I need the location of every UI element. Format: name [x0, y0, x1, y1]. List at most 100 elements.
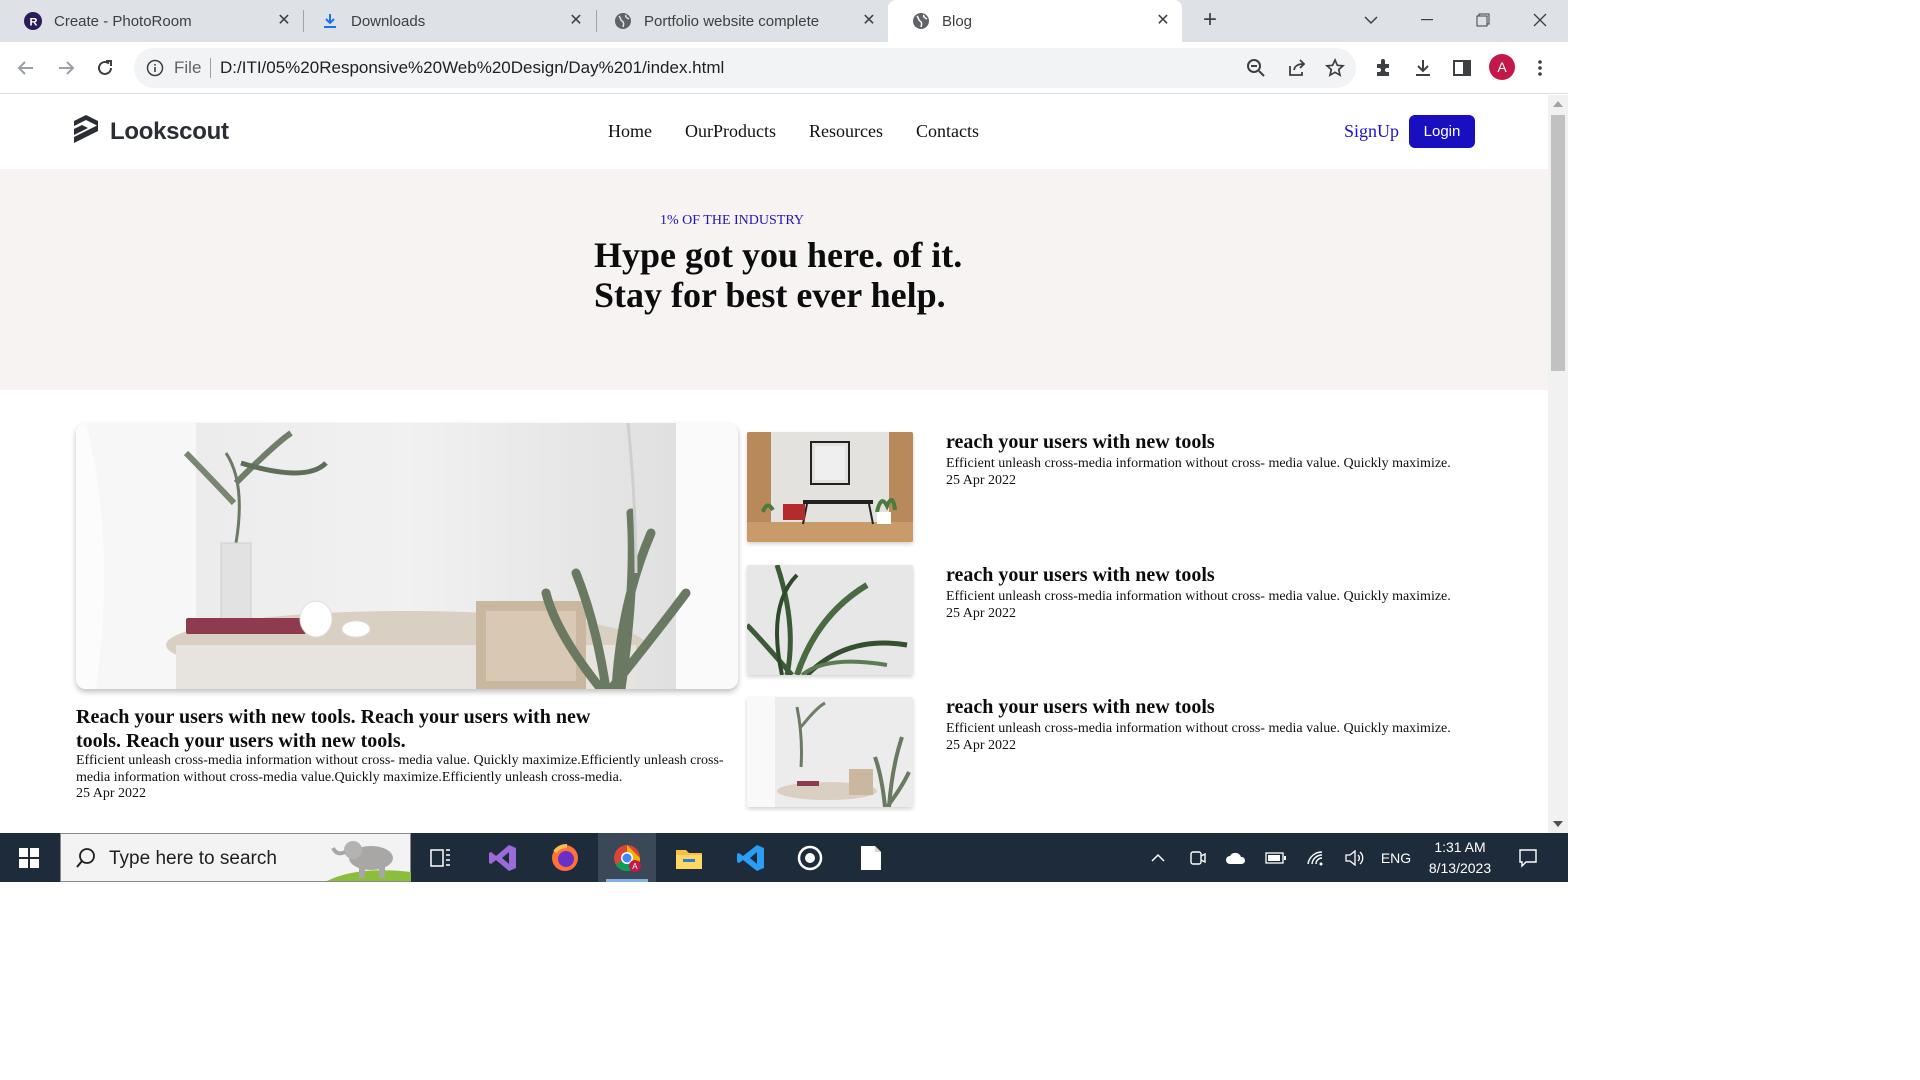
windows-start-icon[interactable]: [0, 833, 58, 882]
clock-date: 8/13/2023: [1428, 860, 1492, 876]
omnibox-divider: [210, 58, 211, 78]
downloads-icon[interactable]: [1411, 56, 1435, 80]
svg-text:R: R: [30, 17, 38, 29]
search-icon: [75, 847, 97, 874]
close-tab-icon[interactable]: ✕: [275, 12, 293, 30]
hero-section: 1% OF THE INDUSTRY Hype got you here. of…: [0, 169, 1548, 390]
tab-photoroom[interactable]: R Create - PhotoRoom ✕: [0, 0, 303, 42]
back-arrow-icon[interactable]: [12, 54, 40, 82]
post-thumbnail[interactable]: [747, 697, 913, 807]
profile-avatar[interactable]: A: [1489, 54, 1515, 80]
chrome-icon[interactable]: A: [598, 833, 656, 882]
hero-title: Hype got you here. of it. Stay for best …: [594, 235, 962, 315]
windows-taskbar: Type here to search A ENG 1:31 AM 8/13/2…: [0, 833, 1568, 882]
zoom-icon[interactable]: [1246, 58, 1266, 78]
volume-icon[interactable]: [1340, 833, 1368, 882]
site-logo[interactable]: Lookscout: [72, 113, 229, 150]
battery-icon[interactable]: [1262, 833, 1290, 882]
post-title[interactable]: reach your users with new tools: [946, 696, 1215, 719]
meet-now-icon[interactable]: [1186, 833, 1210, 882]
tab-title: Create - PhotoRoom: [54, 12, 192, 30]
close-tab-icon[interactable]: ✕: [860, 12, 878, 30]
nav-ourproducts[interactable]: OurProducts: [685, 121, 776, 142]
globe-icon: [912, 12, 930, 30]
side-panel-icon[interactable]: [1450, 56, 1474, 80]
share-icon[interactable]: [1286, 58, 1306, 78]
minimize-icon[interactable]: [1399, 0, 1455, 40]
notification-center-icon[interactable]: [1512, 833, 1544, 882]
scroll-up-arrow-icon[interactable]: [1553, 101, 1563, 107]
svg-text:A: A: [632, 862, 638, 871]
logo-text: Lookscout: [110, 117, 229, 145]
tab-title: Downloads: [351, 12, 426, 30]
site-header: Lookscout Home OurProducts Resources Con…: [0, 95, 1548, 169]
login-button[interactable]: Login: [1409, 115, 1475, 148]
nav-home[interactable]: Home: [608, 121, 652, 142]
post-excerpt: Efficient unleash cross-media informatio…: [946, 721, 1451, 736]
post-title[interactable]: reach your users with new tools: [946, 564, 1215, 587]
post-date: 25 Apr 2022: [946, 473, 1016, 488]
browser-toolbar: File D:/ITI/05%20Responsive%20Web%20Desi…: [0, 42, 1568, 94]
language-indicator[interactable]: ENG: [1376, 833, 1416, 882]
task-view-icon[interactable]: [412, 833, 470, 882]
close-window-icon[interactable]: [1512, 0, 1568, 40]
notepad-icon[interactable]: [842, 833, 900, 882]
tab-portfolio[interactable]: Portfolio website complete ✕: [590, 0, 888, 42]
hero-title-line-1: Hype got you here. of it.: [594, 235, 963, 275]
post-excerpt: Efficient unleash cross-media informatio…: [946, 589, 1451, 604]
restore-icon[interactable]: [1455, 0, 1511, 40]
clock-time: 1:31 AM: [1434, 839, 1486, 855]
show-hidden-icons-chevron-icon[interactable]: [1146, 833, 1170, 882]
scroll-thumb[interactable]: [1551, 115, 1565, 371]
nav-resources[interactable]: Resources: [809, 121, 883, 142]
kebab-menu-icon[interactable]: [1528, 56, 1552, 80]
onedrive-cloud-icon[interactable]: [1222, 833, 1250, 882]
search-placeholder: Type here to search: [109, 848, 277, 869]
featured-post-image[interactable]: [76, 423, 738, 689]
taskbar-search-box[interactable]: Type here to search: [60, 833, 411, 882]
featured-post-title[interactable]: Reach your users with new tools. Reach y…: [76, 705, 596, 753]
lookscout-logo-icon: [72, 113, 100, 150]
file-explorer-icon[interactable]: [660, 833, 718, 882]
post-date: 25 Apr 2022: [946, 738, 1016, 753]
bookmark-star-icon[interactable]: [1324, 57, 1346, 78]
post-excerpt: Efficient unleash cross-media informatio…: [946, 456, 1451, 471]
featured-post-excerpt: Efficient unleash cross-media informatio…: [76, 753, 724, 785]
info-icon[interactable]: [146, 59, 164, 77]
forward-arrow-icon[interactable]: [52, 54, 80, 82]
reload-icon[interactable]: [91, 54, 119, 82]
signup-link[interactable]: SignUp: [1344, 121, 1399, 142]
search-highlight-elephant-icon: [327, 836, 411, 886]
nav-contacts[interactable]: Contacts: [916, 121, 979, 142]
extensions-icon[interactable]: [1372, 56, 1396, 80]
download-icon: [321, 12, 339, 30]
scroll-down-arrow-icon[interactable]: [1553, 821, 1563, 827]
tab-title: Portfolio website complete: [644, 12, 820, 30]
new-tab-button[interactable]: +: [1198, 8, 1222, 33]
visual-studio-icon[interactable]: [474, 833, 532, 882]
address-bar[interactable]: File D:/ITI/05%20Responsive%20Web%20Desi…: [134, 48, 1356, 88]
featured-post-date: 25 Apr 2022: [76, 786, 146, 801]
close-tab-icon[interactable]: ✕: [1154, 12, 1172, 30]
firefox-icon[interactable]: [536, 833, 594, 882]
tab-title: Blog: [942, 12, 973, 30]
browser-tab-strip: R Create - PhotoRoom ✕ Downloads ✕ Portf…: [0, 0, 1568, 42]
post-thumbnail[interactable]: [747, 432, 913, 542]
globe-icon: [614, 12, 632, 30]
post-date: 25 Apr 2022: [946, 606, 1016, 621]
obs-icon[interactable]: [781, 833, 839, 882]
page-scrollbar[interactable]: [1548, 95, 1568, 833]
vscode-icon[interactable]: [722, 833, 780, 882]
post-thumbnail[interactable]: [747, 565, 913, 675]
wifi-icon[interactable]: [1302, 833, 1330, 882]
post-title[interactable]: reach your users with new tools: [946, 431, 1215, 454]
tab-downloads[interactable]: Downloads ✕: [297, 0, 595, 42]
taskbar-clock[interactable]: 1:31 AM 8/13/2023: [1420, 837, 1500, 879]
photoroom-icon: R: [24, 12, 42, 30]
hero-eyebrow: 1% OF THE INDUSTRY: [660, 213, 805, 228]
url-text[interactable]: D:/ITI/05%20Responsive%20Web%20Design/Da…: [220, 58, 724, 78]
close-tab-icon[interactable]: ✕: [567, 12, 585, 30]
tab-blog[interactable]: Blog ✕: [888, 0, 1182, 42]
active-app-indicator: [606, 879, 648, 882]
tab-search-chevron-icon[interactable]: [1343, 0, 1399, 40]
